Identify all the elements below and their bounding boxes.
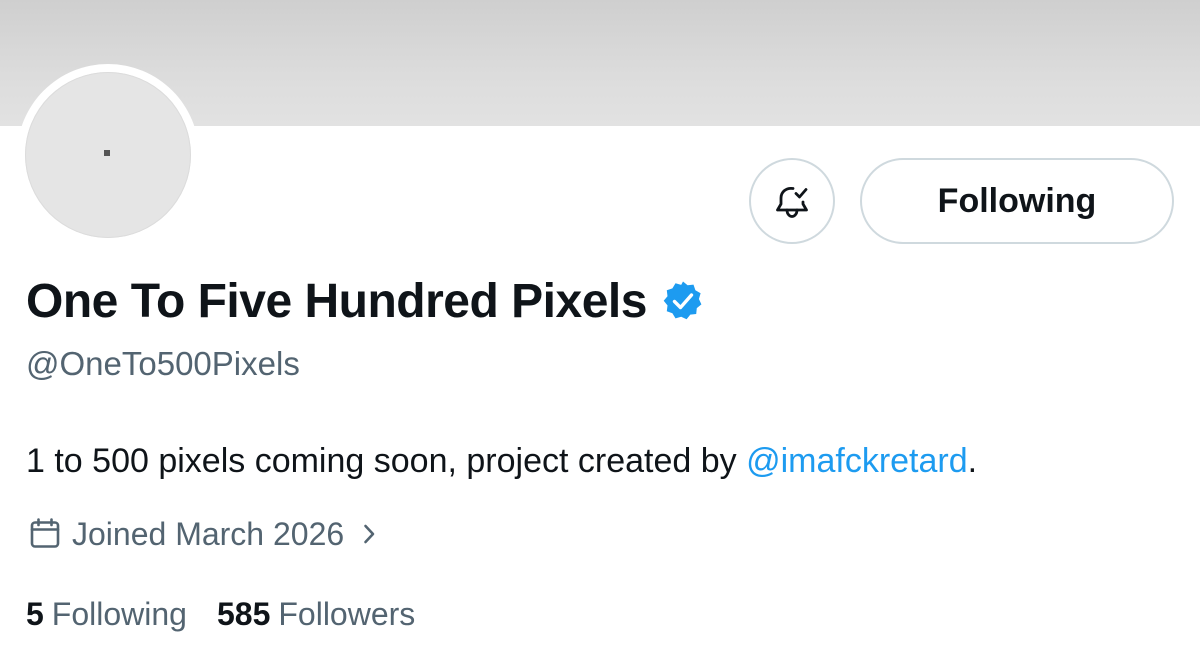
joined-date-label: Joined March 2026 <box>72 515 345 552</box>
followers-count: 585 <box>216 595 271 632</box>
following-stat-link[interactable]: 5 Following <box>26 596 187 633</box>
calendar-icon <box>26 515 64 553</box>
followers-stat-link[interactable]: 585 Followers <box>217 596 415 633</box>
verified-badge-icon[interactable] <box>661 279 705 323</box>
bell-check-icon <box>772 181 812 221</box>
profile-name-row: One To Five Hundred Pixels <box>26 270 705 332</box>
followers-label: Followers <box>278 595 416 632</box>
chevron-right-icon <box>356 521 382 547</box>
notifications-button[interactable] <box>749 158 835 244</box>
profile-handle: @OneTo500Pixels <box>26 345 300 382</box>
following-button[interactable]: Following <box>860 158 1174 244</box>
following-label: Following <box>51 595 187 632</box>
follow-stats: 5 Following 585 Followers <box>26 592 415 636</box>
bio-mention-link[interactable]: @imafckretard <box>746 442 968 480</box>
following-button-label: Following <box>937 181 1097 220</box>
display-name: One To Five Hundred Pixels <box>26 274 647 328</box>
following-count: 5 <box>26 595 44 632</box>
bio-trailing: . <box>967 442 978 480</box>
profile-bio: 1 to 500 pixels coming soon, project cre… <box>26 442 977 481</box>
joined-date-row[interactable]: Joined March 2026 <box>26 512 382 556</box>
bio-text: 1 to 500 pixels coming soon, project cre… <box>26 442 747 480</box>
avatar-pixel <box>104 150 110 156</box>
